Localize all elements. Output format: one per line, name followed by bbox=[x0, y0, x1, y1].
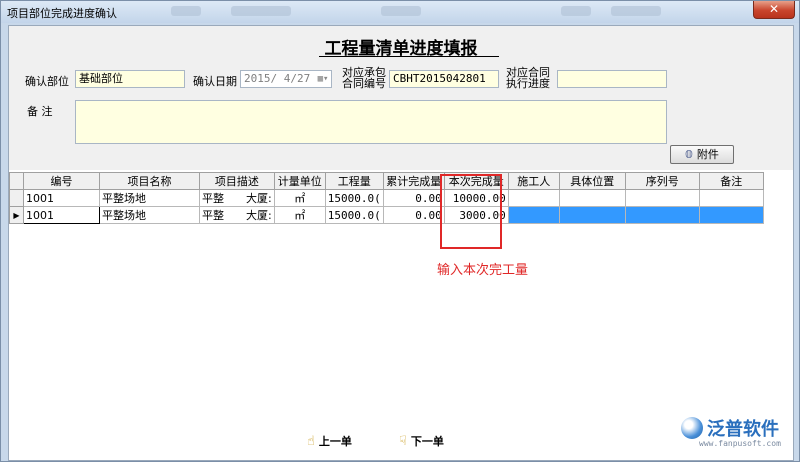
close-icon: ✕ bbox=[768, 2, 780, 16]
footer-nav: ☝ 上一单 ☟ 下一单 bbox=[9, 428, 793, 460]
pointing-hand-icon: ☟ bbox=[399, 434, 407, 449]
cell-remark[interactable] bbox=[698, 189, 764, 207]
logo-mark-icon bbox=[681, 417, 703, 439]
col-header-cumulative[interactable]: 累计完成量 bbox=[382, 172, 445, 190]
brand-logo: 泛普软件 www.fanpusoft.com bbox=[681, 415, 791, 455]
cell-serial[interactable] bbox=[624, 189, 700, 207]
row-indicator-header bbox=[9, 172, 24, 190]
cell-qty[interactable]: 15000.0( bbox=[324, 206, 384, 224]
col-header-current[interactable]: 本次完成量 bbox=[443, 172, 509, 190]
cell-name[interactable]: 平整场地 bbox=[99, 189, 200, 207]
cell-unit[interactable]: ㎡ bbox=[273, 189, 326, 207]
prev-button[interactable]: ☝ 上一单 bbox=[307, 433, 352, 449]
cell-name[interactable]: 平整场地 bbox=[99, 206, 200, 224]
blurred-taskbar-item bbox=[381, 6, 421, 16]
cell-desc[interactable]: 平整 大厦: bbox=[199, 189, 275, 207]
col-header-serial[interactable]: 序列号 bbox=[624, 172, 700, 190]
window-title: 项目部位完成进度确认 bbox=[7, 7, 117, 20]
cell-current[interactable]: 10000.00 bbox=[443, 189, 509, 207]
col-header-worker[interactable]: 施工人 bbox=[507, 172, 560, 190]
progress-grid[interactable]: 编号 项目名称 项目描述 计量单位 工程量 累计完成量 本次完成量 施工人 具体… bbox=[9, 172, 793, 224]
cell-unit[interactable]: ㎡ bbox=[273, 206, 326, 224]
col-header-name[interactable]: 项目名称 bbox=[99, 172, 200, 190]
form-client-area: 工程量清单进度填报 确认部位 基础部位 确认日期 2015/ 4/27 ▦▾ 对… bbox=[8, 25, 794, 461]
confirm-date-label: 确认日期 bbox=[193, 75, 237, 88]
blurred-taskbar-item bbox=[561, 6, 591, 16]
col-header-code[interactable]: 编号 bbox=[23, 172, 100, 190]
confirm-dept-label: 确认部位 bbox=[25, 75, 69, 88]
col-header-remark[interactable]: 备注 bbox=[698, 172, 764, 190]
grid-header-row: 编号 项目名称 项目描述 计量单位 工程量 累计完成量 本次完成量 施工人 具体… bbox=[9, 172, 764, 190]
cell-location[interactable] bbox=[558, 206, 626, 224]
cell-desc-part-a: 平整 bbox=[202, 192, 224, 205]
cell-desc-part-a: 平整 bbox=[202, 209, 224, 222]
next-button[interactable]: ☟ 下一单 bbox=[399, 433, 444, 449]
cell-desc-part-b: 大厦: bbox=[246, 209, 272, 222]
col-header-location[interactable]: 具体位置 bbox=[558, 172, 626, 190]
annotation-text: 输入本次完工量 bbox=[437, 263, 529, 278]
form-header-area: 工程量清单进度填报 确认部位 基础部位 确认日期 2015/ 4/27 ▦▾ 对… bbox=[9, 26, 793, 170]
cell-location[interactable] bbox=[558, 189, 626, 207]
pointing-hand-icon: ☝ bbox=[307, 434, 315, 449]
attach-button[interactable]: 𝟘 附件 bbox=[670, 145, 734, 164]
cell-remark[interactable] bbox=[698, 206, 764, 224]
cell-desc-part-b: 大厦: bbox=[246, 192, 272, 205]
paperclip-icon: 𝟘 bbox=[685, 148, 693, 161]
blurred-taskbar-item bbox=[171, 6, 201, 16]
close-button[interactable]: ✕ bbox=[753, 1, 795, 19]
col-header-desc[interactable]: 项目描述 bbox=[199, 172, 275, 190]
table-row[interactable]: 1001 平整场地 平整 大厦: ㎡ 15000.0( 0.00 10000.00 bbox=[9, 189, 764, 207]
remark-textarea[interactable] bbox=[75, 100, 667, 144]
redacted-mask bbox=[224, 193, 246, 205]
blurred-taskbar-item bbox=[231, 6, 291, 16]
row-indicator[interactable] bbox=[9, 189, 24, 207]
title-underline bbox=[319, 56, 499, 57]
cell-worker[interactable] bbox=[507, 206, 560, 224]
cell-current[interactable]: 3000.00 bbox=[443, 206, 509, 224]
cell-desc[interactable]: 平整 大厦: bbox=[199, 206, 275, 224]
col-header-unit[interactable]: 计量单位 bbox=[273, 172, 326, 190]
redacted-mask bbox=[224, 210, 246, 222]
table-row-selected[interactable]: ▶ 1001 平整场地 平整 大厦: ㎡ 15000.0( 0.00 3000.0… bbox=[9, 206, 764, 224]
next-button-label: 下一单 bbox=[410, 435, 444, 448]
prev-button-label: 上一单 bbox=[318, 435, 352, 448]
cell-worker[interactable] bbox=[507, 189, 560, 207]
logo-name: 泛普软件 bbox=[707, 419, 779, 440]
contract-no-label-line2: 合同编号 bbox=[342, 77, 386, 90]
exec-progress-label-line2: 执行进度 bbox=[506, 77, 550, 90]
cell-qty[interactable]: 15000.0( bbox=[324, 189, 384, 207]
attach-button-label: 附件 bbox=[696, 148, 719, 161]
cell-code[interactable]: 1001 bbox=[23, 206, 100, 224]
blurred-taskbar-item bbox=[611, 6, 661, 16]
title-bar[interactable]: 项目部位完成进度确认 ✕ bbox=[1, 1, 799, 23]
confirm-dept-field[interactable]: 基础部位 bbox=[75, 70, 185, 88]
cell-serial[interactable] bbox=[624, 206, 700, 224]
current-row-indicator[interactable]: ▶ bbox=[9, 206, 24, 224]
confirm-date-picker[interactable]: 2015/ 4/27 ▦▾ bbox=[240, 70, 332, 88]
app-window: 项目部位完成进度确认 ✕ 工程量清单进度填报 确认部位 基础部位 确认日期 20… bbox=[0, 0, 800, 462]
cell-cumulative[interactable]: 0.00 bbox=[382, 189, 445, 207]
cell-cumulative[interactable]: 0.00 bbox=[382, 206, 445, 224]
confirm-date-value: 2015/ 4/27 bbox=[244, 72, 311, 85]
col-header-qty[interactable]: 工程量 bbox=[324, 172, 384, 190]
cell-code[interactable]: 1001 bbox=[23, 189, 100, 207]
logo-site: www.fanpusoft.com bbox=[699, 439, 781, 448]
calendar-dropdown-icon[interactable]: ▦▾ bbox=[316, 72, 330, 86]
exec-progress-field[interactable] bbox=[557, 70, 667, 88]
contract-no-field[interactable]: CBHT2015042801 bbox=[389, 70, 499, 88]
remark-label: 备 注 bbox=[27, 105, 53, 118]
